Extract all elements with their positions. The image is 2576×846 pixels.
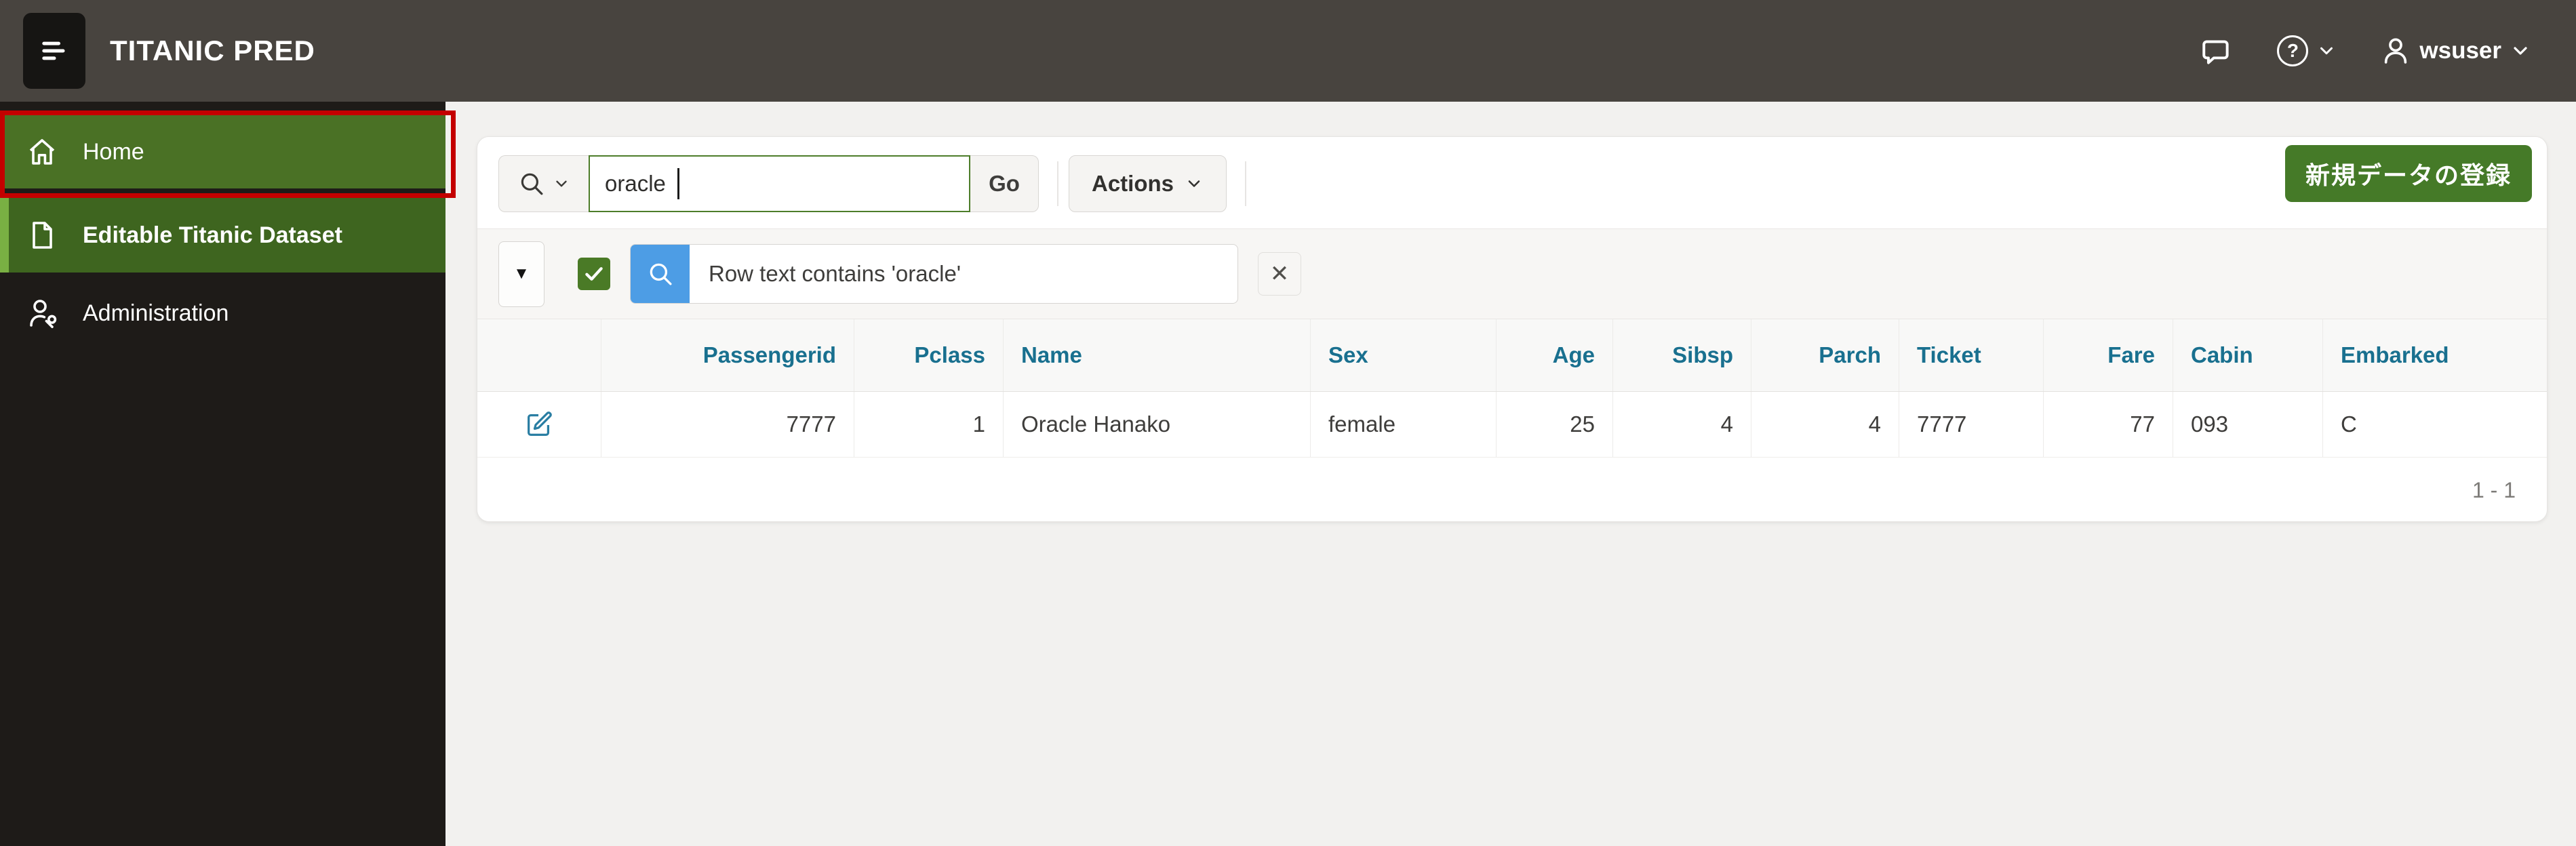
cell-age: 25 <box>1496 392 1612 457</box>
sidebar-item-label: Home <box>83 138 144 165</box>
column-header-ticket[interactable]: Ticket <box>1899 319 2043 391</box>
column-header-embarked[interactable]: Embarked <box>2322 319 2547 391</box>
sidebar-item-editable-titanic-dataset[interactable]: Editable Titanic Dataset <box>0 198 445 273</box>
filter-enabled-checkbox[interactable] <box>578 258 610 290</box>
chevron-down-icon <box>553 175 570 193</box>
cell-passengerid: 7777 <box>601 392 854 457</box>
column-header-edit <box>477 319 601 391</box>
column-header-parch[interactable]: Parch <box>1751 319 1899 391</box>
search-icon <box>517 169 546 198</box>
document-icon <box>26 219 58 251</box>
cell-embarked: C <box>2322 392 2547 457</box>
pagination: 1 - 1 <box>477 458 2547 523</box>
go-button[interactable]: Go <box>970 155 1039 212</box>
help-menu-button[interactable]: ? <box>2277 35 2337 66</box>
help-icon: ? <box>2277 35 2309 66</box>
report-settings-toggle-button[interactable]: ▼ <box>498 241 544 307</box>
column-header-passengerid[interactable]: Passengerid <box>601 319 854 391</box>
report-card: Go Actions 新規データの登録 ▼ <box>477 136 2548 522</box>
column-header-fare[interactable]: Fare <box>2043 319 2173 391</box>
app-header: TITANIC PRED ? wsuser <box>0 0 2576 102</box>
column-header-sibsp[interactable]: Sibsp <box>1612 319 1751 391</box>
search-bar-group: Go <box>498 155 1039 212</box>
header-actions: ? wsuser <box>2200 34 2531 68</box>
search-column-selector[interactable] <box>498 155 589 212</box>
search-input[interactable] <box>589 155 970 212</box>
sidebar-nav: Home Editable Titanic Dataset Administra… <box>0 102 456 846</box>
app-title: TITANIC PRED <box>110 35 315 66</box>
user-menu-button[interactable]: wsuser <box>2380 35 2531 66</box>
cell-cabin: 093 <box>2173 392 2322 457</box>
filter-bar: ▼ Row text contains 'oracle' ✕ <box>477 228 2547 319</box>
search-input-wrap <box>589 155 970 212</box>
column-header-cabin[interactable]: Cabin <box>2173 319 2322 391</box>
column-header-name[interactable]: Name <box>1003 319 1310 391</box>
sidebar-item-label: Administration <box>83 300 229 326</box>
search-filter-icon <box>631 245 690 303</box>
column-header-age[interactable]: Age <box>1496 319 1612 391</box>
cell-parch: 4 <box>1751 392 1899 457</box>
toolbar-divider <box>1057 161 1058 206</box>
actions-menu-button[interactable]: Actions <box>1069 155 1227 212</box>
table-row: 7777 1 Oracle Hanako female 25 4 4 7777 … <box>477 392 2547 458</box>
cell-pclass: 1 <box>854 392 1003 457</box>
sidebar-toggle-button[interactable] <box>23 13 85 89</box>
toolbar-divider <box>1245 161 1246 206</box>
hamburger-menu-icon <box>37 33 72 68</box>
column-header-sex[interactable]: Sex <box>1310 319 1496 391</box>
cell-fare: 77 <box>2043 392 2173 457</box>
user-name-label: wsuser <box>2419 37 2501 64</box>
create-new-data-button[interactable]: 新規データの登録 <box>2284 145 2532 202</box>
person-icon <box>2380 35 2411 66</box>
filter-condition-text: Row text contains 'oracle' <box>709 261 962 286</box>
sidebar-item-home[interactable]: Home <box>0 115 445 188</box>
cell-sex: female <box>1310 392 1496 457</box>
edit-row-button[interactable] <box>523 409 555 440</box>
cell-ticket: 7777 <box>1899 392 2043 457</box>
chat-button[interactable] <box>2200 34 2234 68</box>
triangle-down-icon: ▼ <box>513 264 530 283</box>
actions-label: Actions <box>1091 171 1174 196</box>
row-edit-cell <box>477 392 601 457</box>
home-icon <box>26 136 58 168</box>
chevron-down-icon <box>2510 40 2531 62</box>
text-cursor <box>677 168 679 199</box>
cell-sibsp: 4 <box>1612 392 1751 457</box>
report-table: Passengerid Pclass Name Sex Age Sibsp Pa… <box>477 319 2547 523</box>
chevron-down-icon <box>1185 174 1204 193</box>
filter-condition-chip[interactable]: Row text contains 'oracle' <box>630 244 1238 304</box>
sidebar-item-administration[interactable]: Administration <box>0 276 445 350</box>
close-icon: ✕ <box>1269 261 1290 287</box>
main-content: Go Actions 新規データの登録 ▼ <box>445 102 2576 846</box>
admin-wrench-icon <box>26 297 58 329</box>
chat-bubble-icon <box>2200 34 2234 68</box>
column-header-pclass[interactable]: Pclass <box>854 319 1003 391</box>
edit-pencil-icon <box>523 409 555 440</box>
table-header-row: Passengerid Pclass Name Sex Age Sibsp Pa… <box>477 319 2547 392</box>
remove-filter-button[interactable]: ✕ <box>1258 252 1301 296</box>
checkmark-icon <box>582 262 606 285</box>
cell-name: Oracle Hanako <box>1003 392 1310 457</box>
sidebar-item-label: Editable Titanic Dataset <box>83 222 342 248</box>
chevron-down-icon <box>2316 41 2337 61</box>
pagination-range-label: 1 - 1 <box>2472 477 2516 502</box>
